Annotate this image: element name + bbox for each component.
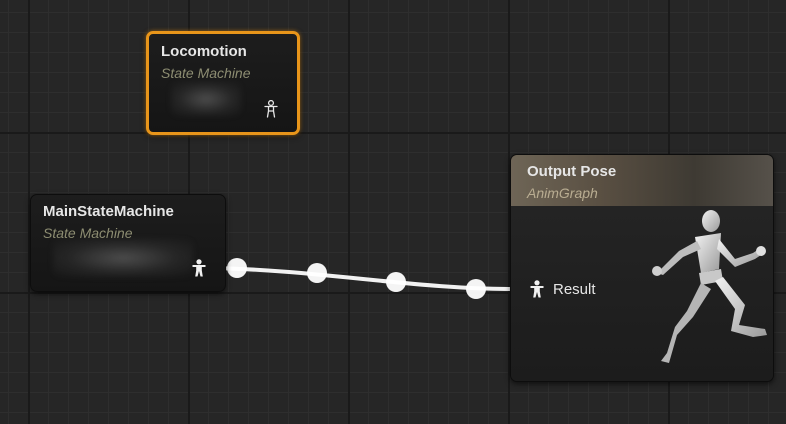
pose-pin-filled-icon[interactable] [530, 280, 544, 298]
output-pose-node[interactable]: Output Pose AnimGraph Result [510, 154, 774, 382]
node-title: MainStateMachine [43, 203, 174, 220]
main-state-machine-node[interactable]: MainStateMachine State Machine [30, 194, 226, 292]
node-title: Output Pose [527, 163, 617, 180]
node-title: Locomotion [161, 43, 247, 60]
pose-pin-outline-icon[interactable] [264, 100, 278, 118]
node-subtitle: State Machine [161, 65, 251, 81]
result-pin-label: Result [553, 281, 596, 298]
running-mannequin-icon [652, 210, 767, 363]
node-subtitle: AnimGraph [527, 185, 598, 201]
state-machine-preview [171, 82, 241, 116]
locomotion-node[interactable]: Locomotion State Machine [146, 31, 300, 135]
state-machine-preview [53, 239, 193, 277]
node-header: Output Pose AnimGraph [511, 155, 773, 206]
pose-pin-filled-icon[interactable] [192, 259, 206, 277]
